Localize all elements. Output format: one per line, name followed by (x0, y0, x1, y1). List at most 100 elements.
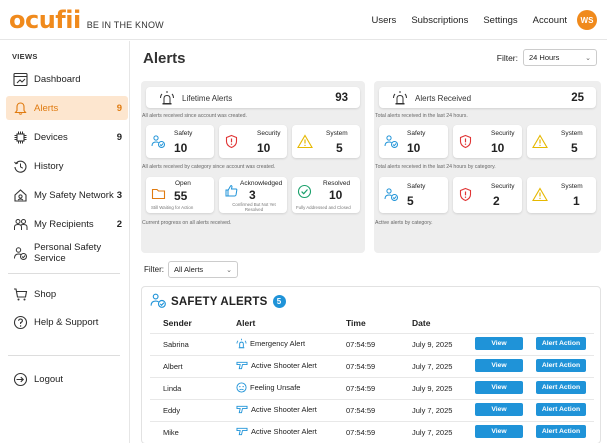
sidebar-item-label: My Recipients (34, 218, 94, 230)
filter-label: Filter: (496, 52, 518, 63)
alert-cell: Active Shooter Alert (236, 404, 317, 415)
sidebar-item-alerts[interactable]: Alerts 9 (6, 96, 128, 120)
warning-triangle-icon (297, 134, 313, 151)
column-header-sender: Sender (163, 318, 192, 328)
lifetime-alerts-label: Lifetime Alerts (182, 94, 233, 103)
table-row: Albert Active Shooter Alert 07:54:59 Jul… (150, 355, 594, 377)
page-title: Alerts (143, 50, 186, 67)
alert-action-button[interactable]: Alert Action (536, 337, 586, 350)
nav-users[interactable]: Users (372, 15, 397, 26)
received-categories-caption: Total alerts received in the last 24 hou… (375, 164, 496, 170)
nav-subscriptions[interactable]: Subscriptions (411, 15, 468, 26)
cart-icon (13, 287, 28, 302)
safety-person-icon (150, 292, 167, 311)
sidebar-item-label: Personal Safety Service (34, 242, 102, 264)
top-nav: Users Subscriptions Settings Account WS (357, 0, 597, 40)
date-cell: July 7, 2025 (412, 362, 453, 371)
time-cell: 07:54:59 (346, 384, 376, 393)
nav-account[interactable]: Account (533, 15, 567, 26)
bell-icon (13, 101, 28, 116)
view-button[interactable]: View (475, 381, 523, 394)
safety-alerts-count-badge: 5 (272, 295, 286, 308)
alerts-received-card[interactable]: Alerts Received 25 (379, 87, 596, 108)
history-icon (13, 159, 28, 174)
sidebar-item-devices[interactable]: Devices 9 (6, 125, 128, 149)
card-label: Security (491, 183, 515, 190)
alert-action-button[interactable]: Alert Action (536, 403, 586, 416)
dashboard-icon (13, 72, 28, 87)
card-value: 10 (407, 141, 421, 155)
filter-label: Filter: (144, 265, 164, 274)
logout-button[interactable]: Logout (6, 367, 128, 391)
alert-action-button[interactable]: Alert Action (536, 425, 586, 438)
sidebar-item-shop[interactable]: Shop (6, 282, 128, 306)
view-button[interactable]: View (475, 359, 523, 372)
time-filter: Filter: 24 Hours ⌄ (497, 49, 597, 66)
received-security-card[interactable]: Security 10 (453, 125, 522, 158)
sidebar-item-dashboard[interactable]: Dashboard (6, 67, 128, 91)
chip-icon (13, 130, 28, 145)
sidebar-item-help[interactable]: Help & Support (6, 310, 128, 334)
alert-type-select[interactable]: All Alerts ⌄ (168, 261, 238, 278)
open-alerts-card[interactable]: Open 55 Still Waiting for Action (146, 177, 214, 213)
date-cell: July 9, 2025 (412, 340, 453, 349)
alert-cell: Active Shooter Alert (236, 426, 317, 437)
alert-action-button[interactable]: Alert Action (536, 359, 586, 372)
nav-settings[interactable]: Settings (483, 15, 517, 26)
sender-cell: Eddy (163, 406, 181, 415)
avatar[interactable]: WS (577, 10, 597, 30)
active-security-card[interactable]: Security 2 (453, 177, 522, 213)
view-button[interactable]: View (475, 425, 523, 438)
acknowledged-alerts-card[interactable]: Acknowledged 3 Confirmed But Not Yet Res… (219, 177, 287, 213)
table-row: Mike Active Shooter Alert 07:54:59 July … (150, 421, 594, 443)
view-button[interactable]: View (475, 403, 523, 416)
main-content: Alerts Filter: 24 Hours ⌄ Lifetime Alert… (131, 41, 607, 443)
alert-action-button[interactable]: Alert Action (536, 381, 586, 394)
card-value: 10 (491, 141, 505, 155)
resolved-alerts-card[interactable]: Resolved 10 Fully Addressed and Closed (292, 177, 360, 213)
unsafe-face-icon (236, 382, 247, 393)
sidebar-item-personal-safety[interactable]: Personal Safety Service (6, 241, 128, 265)
card-value: 5 (407, 194, 414, 208)
sender-cell: Sabrina (163, 340, 189, 349)
sidebar-item-history[interactable]: History (6, 154, 128, 178)
active-safety-card[interactable]: Safety 5 (379, 177, 448, 213)
table-row: Linda Feeling Unsafe 07:54:59 July 9, 20… (150, 377, 594, 399)
view-button[interactable]: View (475, 337, 523, 350)
top-bar: ocufii BE IN THE KNOW Users Subscription… (0, 0, 607, 40)
sidebar-divider (8, 355, 120, 356)
card-label: System (326, 130, 348, 137)
alarm-icon (392, 90, 408, 107)
logout-label: Logout (34, 373, 64, 385)
card-value: 10 (174, 141, 188, 155)
lifetime-safety-card[interactable]: Safety 10 (146, 125, 214, 158)
sidebar-item-label: Devices (34, 131, 68, 143)
warning-triangle-icon (532, 187, 548, 204)
lifetime-security-card[interactable]: Security 10 (219, 125, 287, 158)
card-label: Safety (407, 130, 426, 137)
sidebar-item-safety-network[interactable]: My Safety Network 3 (6, 183, 128, 207)
received-safety-card[interactable]: Safety 10 (379, 125, 448, 158)
active-system-card[interactable]: System 1 (527, 177, 596, 213)
lifetime-system-card[interactable]: System 5 (292, 125, 360, 158)
card-value: 1 (573, 194, 580, 208)
logout-icon (13, 372, 28, 387)
check-circle-icon (297, 184, 312, 201)
person-check-icon (13, 246, 28, 261)
sidebar-item-label: Help & Support (34, 316, 99, 328)
sidebar-item-count: 3 (116, 189, 122, 201)
logo[interactable]: ocufii BE IN THE KNOW (9, 8, 164, 32)
thumbs-up-icon (224, 183, 239, 200)
sidebar-item-recipients[interactable]: My Recipients 2 (6, 212, 128, 236)
time-cell: 07:54:59 (346, 362, 376, 371)
card-value: 10 (329, 188, 343, 202)
logo-tagline: BE IN THE KNOW (86, 19, 164, 30)
gun-icon (236, 427, 248, 436)
received-system-card[interactable]: System 5 (527, 125, 596, 158)
card-value: 10 (257, 141, 271, 155)
received-panel: Alerts Received 25 Total alerts received… (374, 81, 601, 253)
time-filter-select[interactable]: 24 Hours ⌄ (523, 49, 597, 66)
emergency-icon (236, 338, 247, 349)
card-label: System (561, 130, 583, 137)
lifetime-alerts-card[interactable]: Lifetime Alerts 93 (146, 87, 360, 108)
